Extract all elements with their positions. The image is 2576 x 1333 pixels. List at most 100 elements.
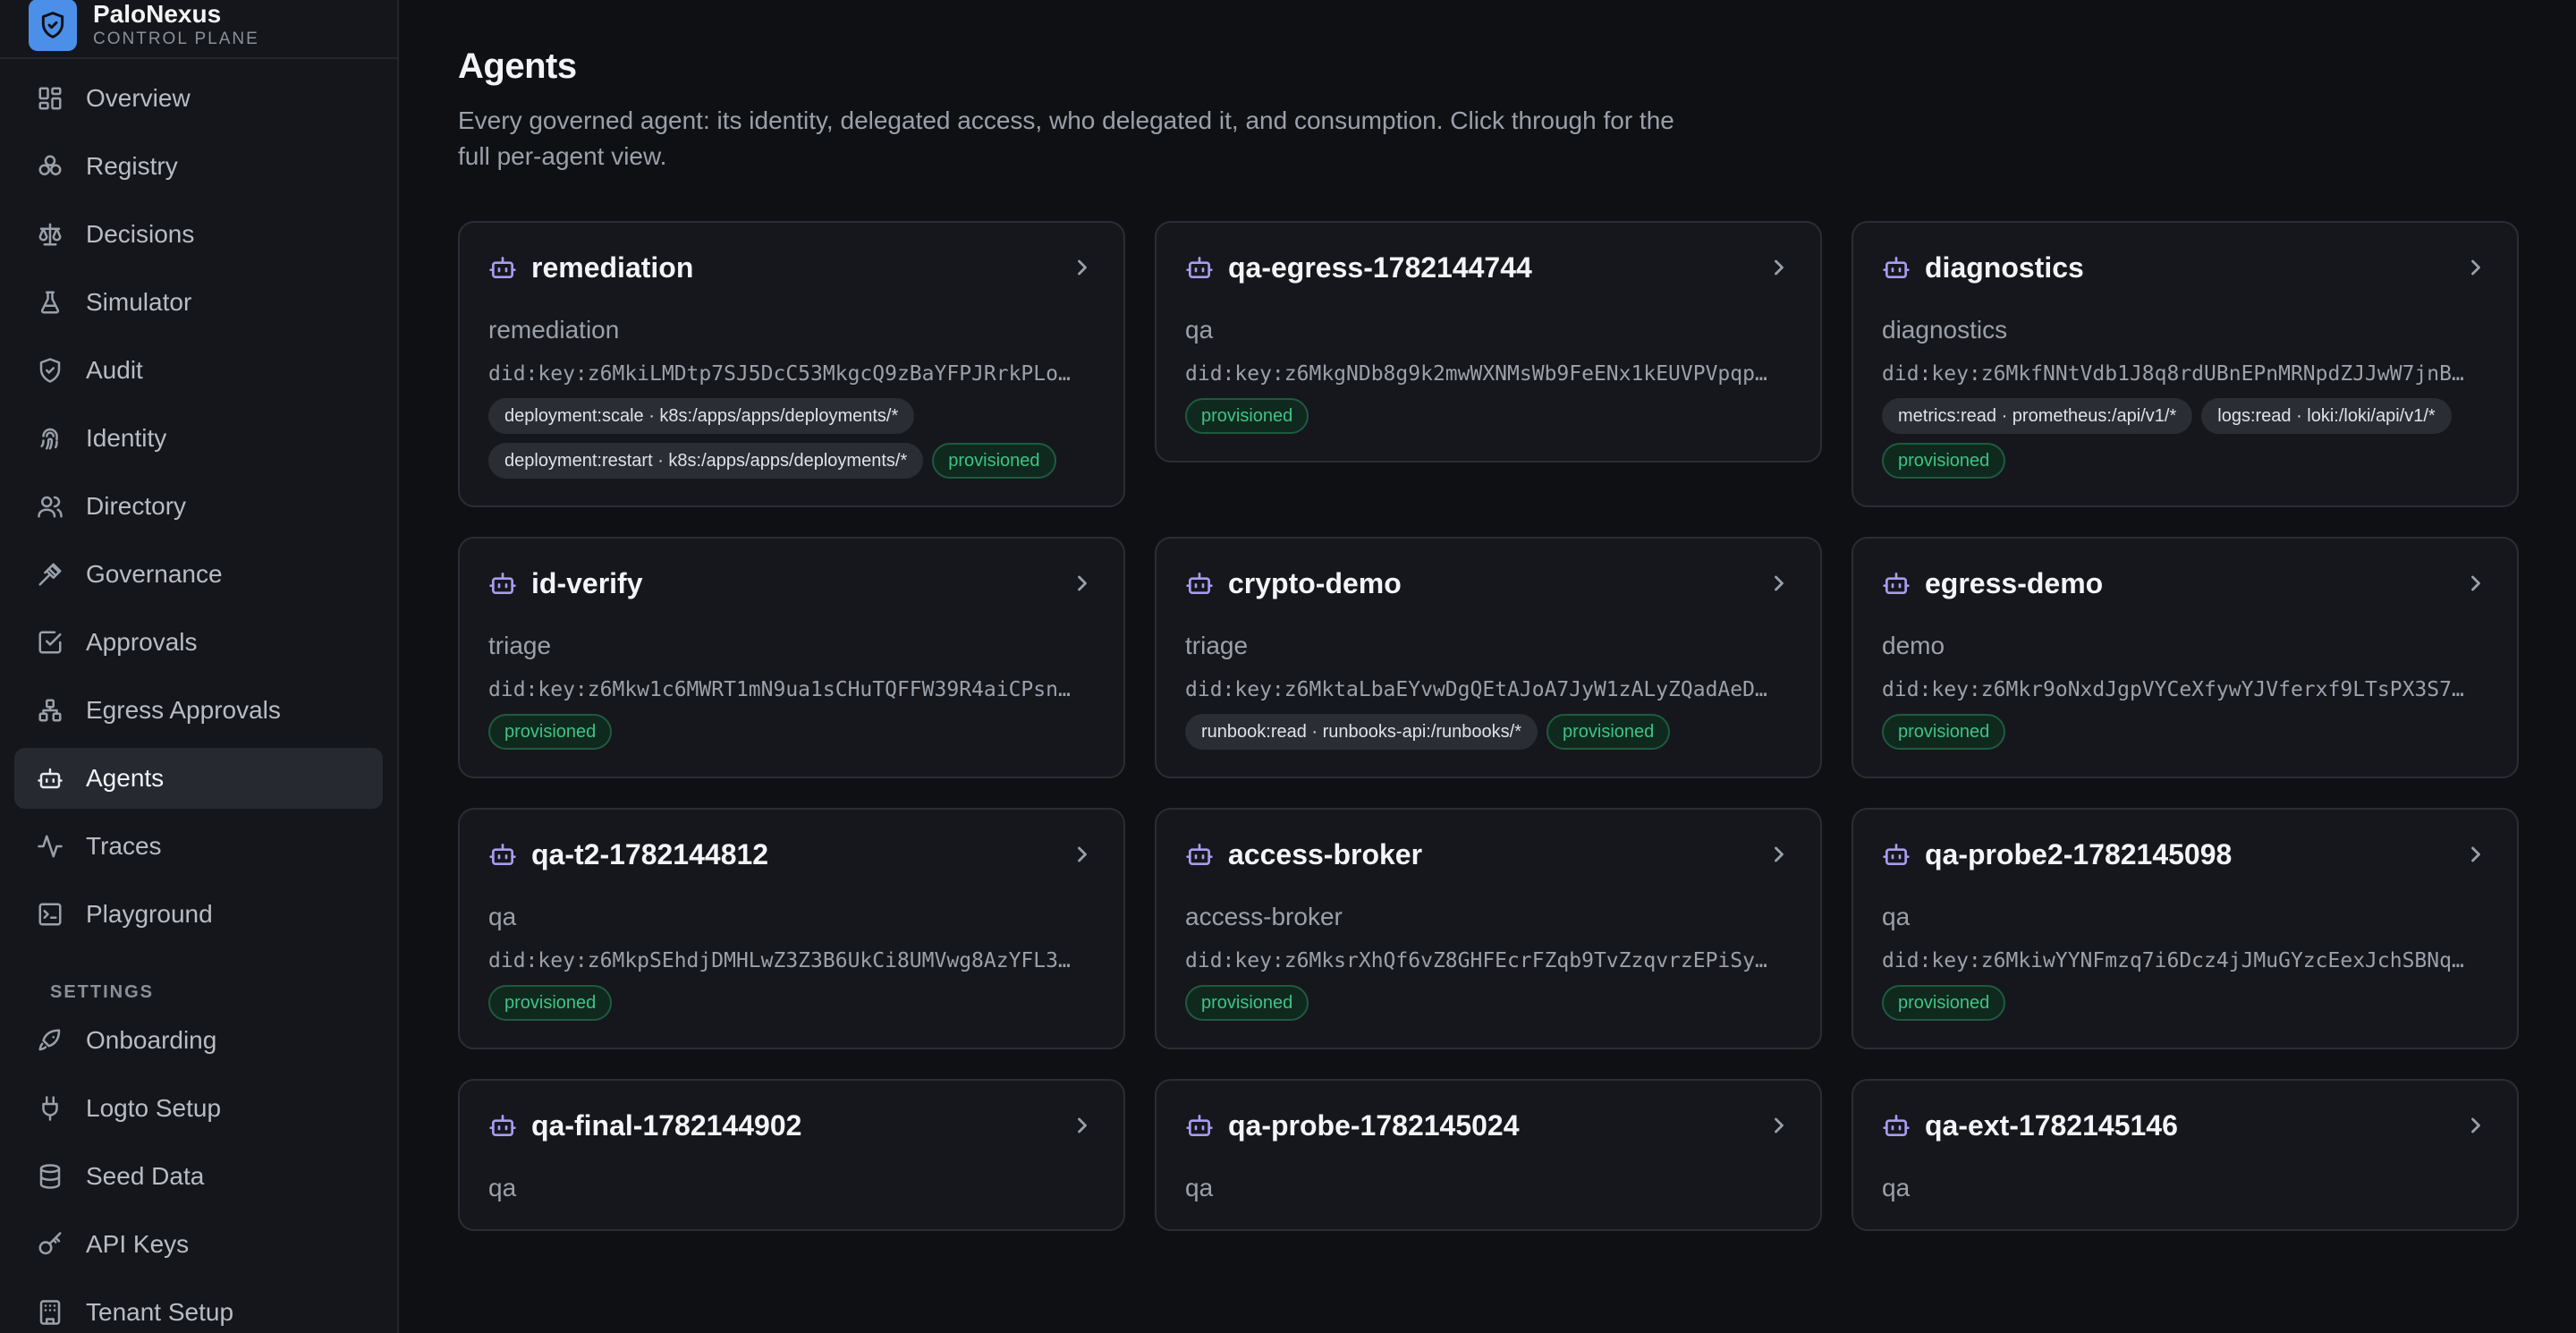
- agent-card-header: qa-final-1782144902: [488, 1108, 1095, 1143]
- agent-role: remediation: [488, 316, 620, 344]
- agent-name: remediation: [531, 250, 694, 284]
- agent-card[interactable]: qa-egress-1782144744 qa did:key:z6MkgNDb8g…: [1155, 221, 1822, 463]
- agent-card[interactable]: diagnostics diagnostics did:key:z6MkfNNtVd…: [1852, 221, 2519, 507]
- bot-icon: [1882, 253, 1911, 282]
- agent-badges: runbook:read · runbooks-api:/runbooks/* p…: [1185, 714, 1792, 750]
- sidebar-item-label: Onboarding: [86, 1026, 217, 1054]
- agent-card[interactable]: crypto-demo triage did:key:z6MktaLbaEYvwDg…: [1155, 537, 1822, 778]
- agent-did: did:key:z6MktaLbaEYvwDgQEtAJoA7JyW1zALyZ…: [1185, 678, 1767, 701]
- sidebar-item-label: Egress Approvals: [86, 696, 281, 724]
- agent-badges: provisioned: [488, 714, 1095, 750]
- brand[interactable]: PaloNexus CONTROL PLANE: [0, 0, 397, 59]
- sidebar-item-label: Agents: [86, 764, 165, 792]
- agent-name: qa-probe2-1782145098: [1925, 837, 2233, 870]
- chevron-right-icon[interactable]: [1070, 571, 1095, 596]
- sidebar-item-api-keys[interactable]: API Keys: [14, 1214, 383, 1275]
- fingerprint-icon: [36, 424, 64, 453]
- chevron-right-icon[interactable]: [1767, 571, 1792, 596]
- status-badge: provisioned: [1882, 985, 2006, 1021]
- sidebar-item-label: Seed Data: [86, 1162, 205, 1190]
- agent-name: egress-demo: [1925, 566, 2104, 599]
- sidebar-item-overview[interactable]: Overview: [14, 68, 383, 129]
- sidebar-item-decisions[interactable]: Decisions: [14, 204, 383, 265]
- agent-card[interactable]: qa-probe2-1782145098 qa did:key:z6MkiwYYNF…: [1852, 808, 2519, 1049]
- sidebar: PaloNexus CONTROL PLANE Overview Registr…: [0, 0, 399, 1333]
- chevron-right-icon[interactable]: [2463, 255, 2488, 280]
- sidebar-item-registry[interactable]: Registry: [14, 136, 383, 197]
- chevron-right-icon[interactable]: [2463, 842, 2488, 867]
- settings-section-label: SETTINGS: [50, 982, 155, 1002]
- agent-role: qa: [488, 1174, 517, 1201]
- agent-did: did:key:z6MkpSEhdjDMHLwZ3Z3B6UkCi8UMVwg8…: [488, 949, 1071, 972]
- key-icon: [36, 1230, 64, 1259]
- bot-icon: [488, 569, 517, 598]
- agent-name: qa-final-1782144902: [531, 1108, 802, 1142]
- agent-name: qa-egress-1782144744: [1228, 250, 1532, 284]
- agent-name: access-broker: [1228, 837, 1423, 870]
- chevron-right-icon[interactable]: [1070, 842, 1095, 867]
- agent-card-header: qa-ext-1782145146: [1882, 1108, 2488, 1143]
- chevron-right-icon[interactable]: [1070, 1113, 1095, 1138]
- agent-card[interactable]: qa-t2-1782144812 qa did:key:z6MkpSEhdjDMHL…: [458, 808, 1125, 1049]
- building-icon: [36, 1298, 64, 1327]
- workflow-icon: [36, 696, 64, 725]
- sidebar-item-label: Overview: [86, 84, 191, 112]
- sidebar-item-identity[interactable]: Identity: [14, 408, 383, 469]
- gavel-icon: [36, 560, 64, 589]
- scope-badge: runbook:read · runbooks-api:/runbooks/*: [1185, 714, 1538, 750]
- chevron-right-icon[interactable]: [2463, 1113, 2488, 1138]
- agent-badges: provisioned: [1882, 714, 2488, 750]
- sidebar-item-tenant-setup[interactable]: Tenant Setup: [14, 1282, 383, 1333]
- sidebar-item-egress-approvals[interactable]: Egress Approvals: [14, 680, 383, 741]
- sidebar-item-agents[interactable]: Agents: [14, 748, 383, 809]
- chevron-right-icon[interactable]: [1767, 842, 1792, 867]
- sidebar-item-logto-setup[interactable]: Logto Setup: [14, 1078, 383, 1139]
- agent-card-header: id-verify: [488, 565, 1095, 601]
- scope-badge: logs:read · loki:/loki/api/v1/*: [2201, 398, 2452, 434]
- sidebar-item-label: Directory: [86, 492, 187, 520]
- agent-name: qa-probe-1782145024: [1228, 1108, 1520, 1142]
- boxes-icon: [36, 152, 64, 181]
- sidebar-item-approvals[interactable]: Approvals: [14, 612, 383, 673]
- chevron-right-icon[interactable]: [1767, 255, 1792, 280]
- agent-grid: remediation remediation did:key:z6MkiLMDtp…: [458, 221, 2519, 1231]
- sidebar-item-label: API Keys: [86, 1230, 190, 1258]
- check-square-icon: [36, 628, 64, 657]
- bot-icon: [1185, 840, 1214, 869]
- sidebar-item-onboarding[interactable]: Onboarding: [14, 1010, 383, 1071]
- sidebar-item-governance[interactable]: Governance: [14, 544, 383, 605]
- agent-did: did:key:z6Mkw1c6MWRT1mN9ua1sCHuTQFFW39R4…: [488, 678, 1071, 701]
- bot-icon: [1185, 253, 1214, 282]
- agent-name: id-verify: [531, 566, 643, 599]
- terminal-icon: [36, 900, 64, 929]
- agent-did: did:key:z6MksrXhQf6vZ8GHFEcrFZqb9TvZzqvr…: [1185, 949, 1767, 972]
- chevron-right-icon[interactable]: [1070, 255, 1095, 280]
- chevron-right-icon[interactable]: [1767, 1113, 1792, 1138]
- sidebar-item-simulator[interactable]: Simulator: [14, 272, 383, 333]
- agent-card[interactable]: remediation remediation did:key:z6MkiLMDtp…: [458, 221, 1125, 507]
- sidebar-item-audit[interactable]: Audit: [14, 340, 383, 401]
- main-content: Agents Every governed agent: its identit…: [399, 0, 2576, 1333]
- agent-card[interactable]: id-verify triage did:key:z6Mkw1c6MWRT1mN9u…: [458, 537, 1125, 778]
- agent-name: qa-t2-1782144812: [531, 837, 769, 870]
- rocket-icon: [36, 1026, 64, 1055]
- sidebar-item-label: Tenant Setup: [86, 1298, 234, 1326]
- agent-card[interactable]: qa-probe-1782145024 qa: [1155, 1079, 1822, 1231]
- agent-card-header: qa-egress-1782144744: [1185, 250, 1792, 285]
- agent-card-header: crypto-demo: [1185, 565, 1792, 601]
- bot-icon: [488, 840, 517, 869]
- agent-card[interactable]: access-broker access-broker did:key:z6Mksr…: [1155, 808, 1822, 1049]
- sidebar-item-playground[interactable]: Playground: [14, 884, 383, 945]
- agent-card[interactable]: qa-ext-1782145146 qa: [1852, 1079, 2519, 1231]
- status-badge: provisioned: [932, 443, 1056, 479]
- chevron-right-icon[interactable]: [2463, 571, 2488, 596]
- sidebar-item-directory[interactable]: Directory: [14, 476, 383, 537]
- status-badge: provisioned: [1185, 398, 1309, 434]
- sidebar-item-traces[interactable]: Traces: [14, 816, 383, 877]
- agent-card[interactable]: qa-final-1782144902 qa: [458, 1079, 1125, 1231]
- sidebar-item-seed-data[interactable]: Seed Data: [14, 1146, 383, 1207]
- sidebar-item-label: Decisions: [86, 220, 195, 248]
- page-title: Agents: [458, 47, 577, 86]
- agent-card[interactable]: egress-demo demo did:key:z6Mkr9oNxdJgpVYCe…: [1852, 537, 2519, 778]
- bot-icon: [1882, 1111, 1911, 1140]
